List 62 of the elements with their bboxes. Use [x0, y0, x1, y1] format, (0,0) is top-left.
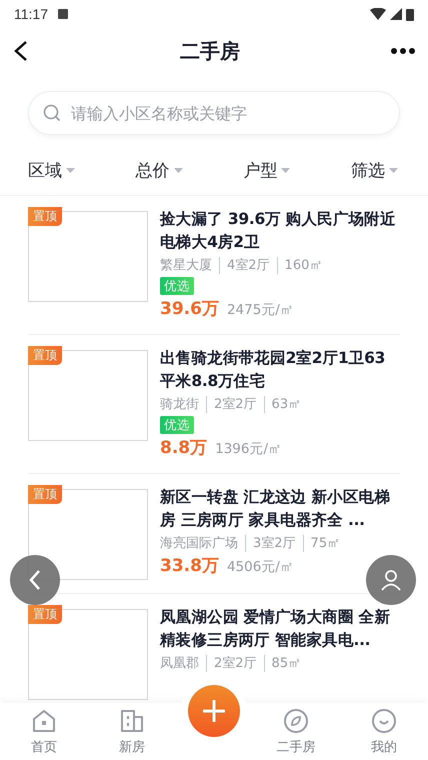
back-float-button[interactable] — [10, 555, 60, 605]
listing-title: 捡大漏了 39.6万 购人民广场附近电梯大4房2卫 — [160, 209, 397, 253]
more-icon[interactable] — [390, 47, 416, 55]
compass-icon — [283, 708, 309, 734]
pinned-tag: 置顶 — [28, 605, 62, 624]
unit-price: 4506元/㎡ — [226, 558, 294, 577]
caret-icon — [66, 168, 75, 173]
listing-detail: 2室2厅 — [206, 655, 257, 672]
signal-icon — [390, 8, 402, 20]
building-icon — [119, 708, 145, 734]
listing-title: 新区一转盘 汇龙这边 新小区电梯房 三房两厅 家具电器齐全 ... — [160, 487, 391, 531]
listing-card[interactable]: 置顶 捡大漏了 39.6万 购人民广场附近电梯大4房2卫 繁星大厦 4室2厅 160㎡ 优选 39.6万 2475元/㎡ — [28, 196, 400, 335]
filter-dropdown[interactable]: 区域 — [28, 159, 75, 182]
listing-detail: 繁星大厦 — [160, 257, 212, 274]
tab-item[interactable]: 我的 — [340, 703, 428, 760]
listing-detail: 海亮国际广场 — [160, 535, 238, 552]
tab-item[interactable]: 首页 — [0, 703, 88, 760]
user-float-button[interactable] — [366, 555, 416, 605]
listing-detail: 骑龙街 — [160, 396, 199, 413]
notification-icon — [58, 9, 68, 19]
page-title: 二手房 — [180, 38, 240, 64]
total-price: 8.8万 — [160, 437, 208, 459]
featured-tag: 优选 — [160, 277, 194, 295]
listing-detail: 凤凰郡 — [160, 655, 199, 672]
featured-tag: 优选 — [160, 416, 194, 434]
search-bar[interactable]: 请输入小区名称或关键字 — [28, 91, 400, 135]
caret-icon — [388, 168, 398, 173]
filter-dropdown[interactable]: 户型 — [243, 159, 290, 182]
filter-dropdown[interactable]: 总价 — [136, 159, 183, 182]
battery-icon — [406, 8, 414, 20]
search-input[interactable]: 请输入小区名称或关键字 — [69, 102, 385, 124]
plus-icon — [203, 700, 225, 722]
listing-detail: 85㎡ — [264, 655, 302, 672]
pinned-tag: 置顶 — [28, 207, 62, 226]
smile-icon — [371, 708, 397, 734]
total-price: 39.6万 — [160, 298, 219, 320]
listing-detail: 3室2厅 — [245, 535, 296, 552]
listing-title: 出售骑龙街带花园2室2厅1卫63平米8.8万住宅 — [160, 348, 386, 392]
tab-item[interactable]: 新房 — [88, 703, 176, 760]
status-time: 11:17 — [14, 6, 48, 22]
listing-detail: 2室2厅 — [206, 396, 257, 413]
home-icon — [31, 708, 57, 734]
total-price: 33.8万 — [160, 555, 219, 577]
listing-title: 凤凰湖公园 爱情广场大商圈 全新精装修三房两厅 智能家具电... — [160, 607, 391, 651]
search-icon — [43, 104, 61, 122]
listing-detail: 160㎡ — [276, 257, 322, 274]
unit-price: 2475元/㎡ — [226, 301, 294, 320]
listing-detail: 75㎡ — [302, 535, 340, 552]
listing-detail: 4室2厅 — [219, 257, 270, 274]
caret-icon — [281, 168, 290, 173]
filter-dropdown[interactable]: 筛选 — [350, 159, 398, 182]
user-icon — [380, 569, 402, 591]
pinned-tag: 置顶 — [28, 485, 62, 504]
listing-detail: 63㎡ — [264, 396, 302, 413]
unit-price: 1396元/㎡ — [215, 440, 282, 459]
listing-card[interactable]: 置顶 出售骑龙街带花园2室2厅1卫63平米8.8万住宅 骑龙街 2室2厅 63㎡ 优选 8.8万 1396元/㎡ — [28, 335, 400, 474]
tab-item[interactable]: 二手房 — [252, 703, 340, 760]
wifi-icon — [370, 8, 386, 20]
add-button[interactable] — [188, 685, 240, 737]
back-icon — [28, 569, 42, 591]
pinned-tag: 置顶 — [28, 346, 62, 365]
caret-icon — [174, 168, 183, 173]
